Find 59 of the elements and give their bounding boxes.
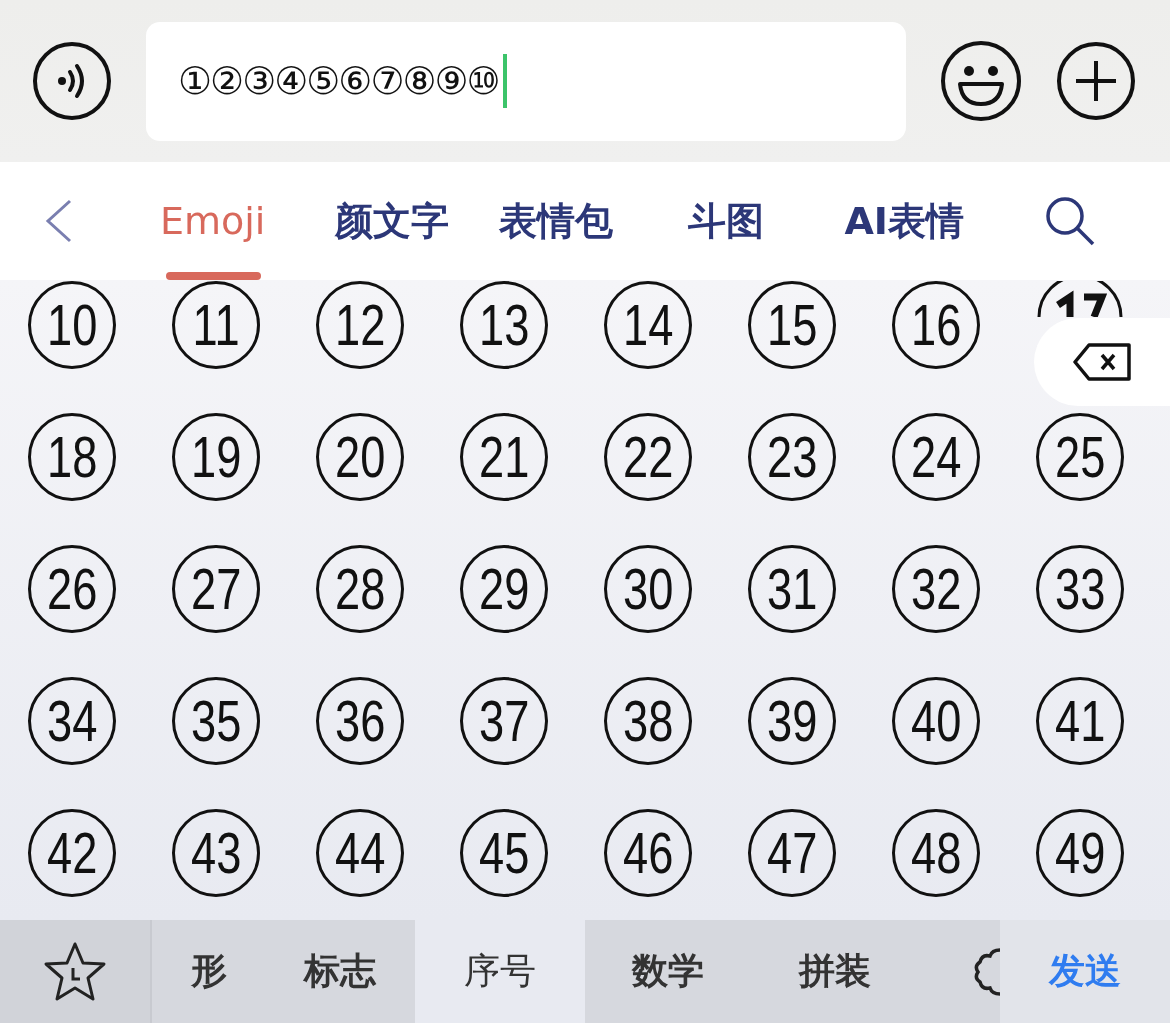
circled-number-key[interactable]: 36 (316, 677, 404, 765)
circled-number-key[interactable]: 41 (1036, 677, 1124, 765)
back-icon[interactable] (44, 199, 74, 243)
settings-button[interactable] (920, 920, 1000, 1023)
circled-number-key[interactable]: 31 (748, 545, 836, 633)
circled-number-key[interactable]: 29 (460, 545, 548, 633)
circled-number-key[interactable]: 10 (28, 281, 116, 369)
category-tab[interactable]: 序号 (415, 920, 585, 1023)
tab[interactable]: 表情包 (499, 162, 614, 280)
category-tab[interactable]: 拼装 (750, 920, 920, 1023)
circled-number-key[interactable]: 33 (1036, 545, 1124, 633)
circled-number-key[interactable]: 40 (892, 677, 980, 765)
circled-number-key[interactable]: 32 (892, 545, 980, 633)
delete-button[interactable] (1034, 318, 1170, 406)
circled-number-key[interactable]: 34 (28, 677, 116, 765)
circled-number-key[interactable]: 44 (316, 809, 404, 897)
circled-number-key[interactable]: 30 (604, 545, 692, 633)
circled-number-key[interactable]: 21 (460, 413, 548, 501)
circled-number-key[interactable]: 14 (604, 281, 692, 369)
circled-number-key[interactable]: 37 (460, 677, 548, 765)
circled-number-key[interactable]: 11 (172, 281, 260, 369)
circled-number-key[interactable]: 23 (748, 413, 836, 501)
circled-number-key[interactable]: 27 (172, 545, 260, 633)
message-input-field[interactable]: ①②③④⑤⑥⑦⑧⑨⑩ (146, 21, 906, 141)
smiley-icon[interactable] (940, 40, 1022, 122)
circled-number-key[interactable]: 25 (1036, 413, 1124, 501)
circled-number-key[interactable]: 42 (28, 809, 116, 897)
circled-number-key[interactable]: 22 (604, 413, 692, 501)
voice-icon[interactable] (32, 41, 112, 121)
circled-number-key[interactable]: 45 (460, 809, 548, 897)
circled-number-key[interactable]: 20 (316, 413, 404, 501)
circled-number-key[interactable]: 26 (28, 545, 116, 633)
star-clock-icon (42, 940, 108, 1003)
circled-number-key[interactable]: 18 (28, 413, 116, 501)
circled-number-key[interactable]: 24 (892, 413, 980, 501)
favorites-button[interactable] (0, 920, 152, 1023)
circled-number-key[interactable]: 47 (748, 809, 836, 897)
circled-number-key[interactable]: 19 (172, 413, 260, 501)
tab[interactable]: 斗图 (688, 162, 765, 280)
circled-number-key[interactable]: 39 (748, 677, 836, 765)
backspace-icon (1073, 343, 1131, 381)
category-tab[interactable]: 形 (152, 920, 265, 1023)
circled-number-key[interactable]: 35 (172, 677, 260, 765)
plus-icon[interactable] (1056, 41, 1136, 121)
tab[interactable]: 颜文字 (335, 162, 450, 280)
circled-number-key[interactable]: 49 (1036, 809, 1124, 897)
circled-number-key[interactable]: 13 (460, 281, 548, 369)
circled-number-key[interactable]: 16 (892, 281, 980, 369)
category-tab[interactable]: 标志 (265, 920, 415, 1023)
category-tab[interactable]: 数学 (585, 920, 750, 1023)
circled-number-key[interactable]: 28 (316, 545, 404, 633)
circled-number-key[interactable]: 12 (316, 281, 404, 369)
tab[interactable]: AI表情 (844, 162, 964, 280)
circled-number-key[interactable]: 46 (604, 809, 692, 897)
circled-number-key[interactable]: 48 (892, 809, 980, 897)
circled-number-key[interactable]: 43 (172, 809, 260, 897)
circled-number-key[interactable]: 38 (604, 677, 692, 765)
circled-number-key[interactable]: 15 (748, 281, 836, 369)
search-icon[interactable] (1043, 195, 1096, 247)
